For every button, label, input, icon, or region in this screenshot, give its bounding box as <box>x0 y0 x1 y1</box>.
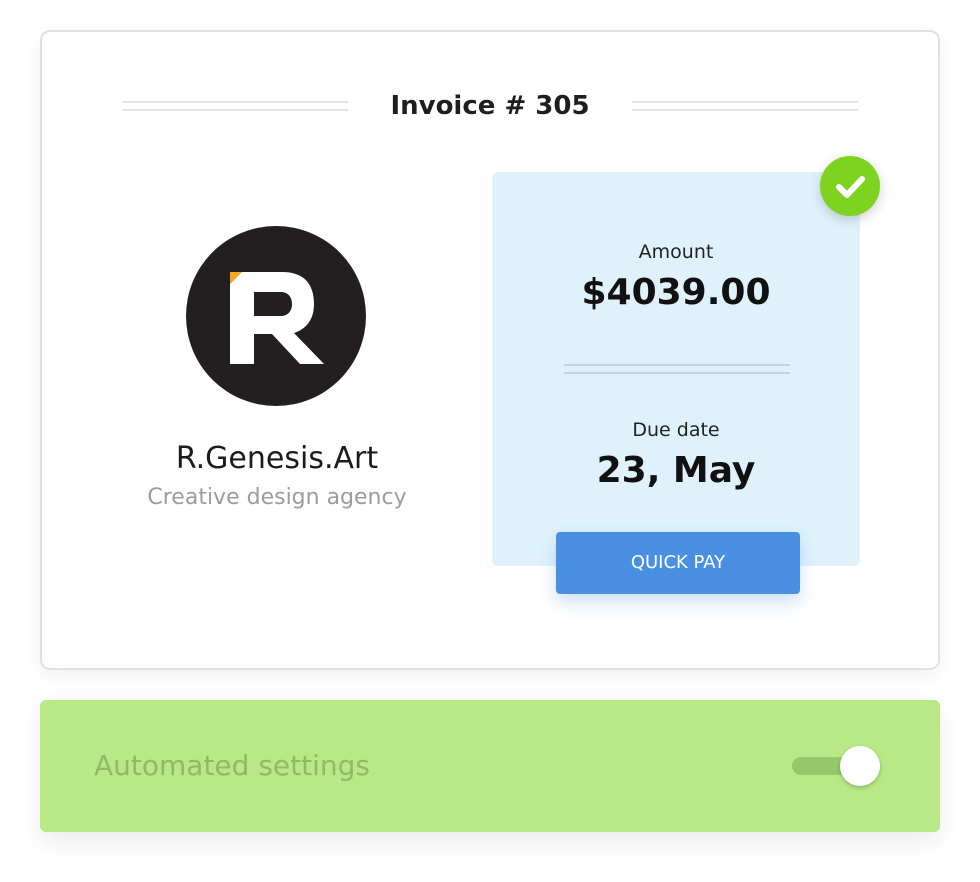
invoice-header: Invoice # 305 <box>122 88 858 124</box>
company-name: R.Genesis.Art <box>175 441 379 476</box>
amount-value: $4039.00 <box>581 272 771 313</box>
invoice-card: Invoice # 305 R.Genesis.Art Creative des… <box>40 30 940 670</box>
due-date-value: 23, May <box>596 450 756 491</box>
paid-check-badge <box>820 156 880 216</box>
toggle-knob[interactable] <box>840 746 880 786</box>
quick-pay-button[interactable]: QUICK PAY <box>556 532 800 594</box>
amount-panel: Amount $4039.00 Due date 23, May <box>492 172 860 566</box>
due-date-label: Due date <box>632 419 720 441</box>
company-tagline: Creative design agency <box>147 485 407 510</box>
amount-label: Amount <box>638 241 714 263</box>
r-logo-icon <box>230 272 324 364</box>
header-rule-right <box>632 101 858 111</box>
amount-divider <box>564 364 790 374</box>
automated-settings-bar: Automated settings <box>40 700 940 832</box>
automated-settings-toggle[interactable] <box>792 746 882 786</box>
automated-settings-label: Automated settings <box>94 749 370 782</box>
check-icon <box>836 176 865 198</box>
company-logo <box>186 226 366 406</box>
